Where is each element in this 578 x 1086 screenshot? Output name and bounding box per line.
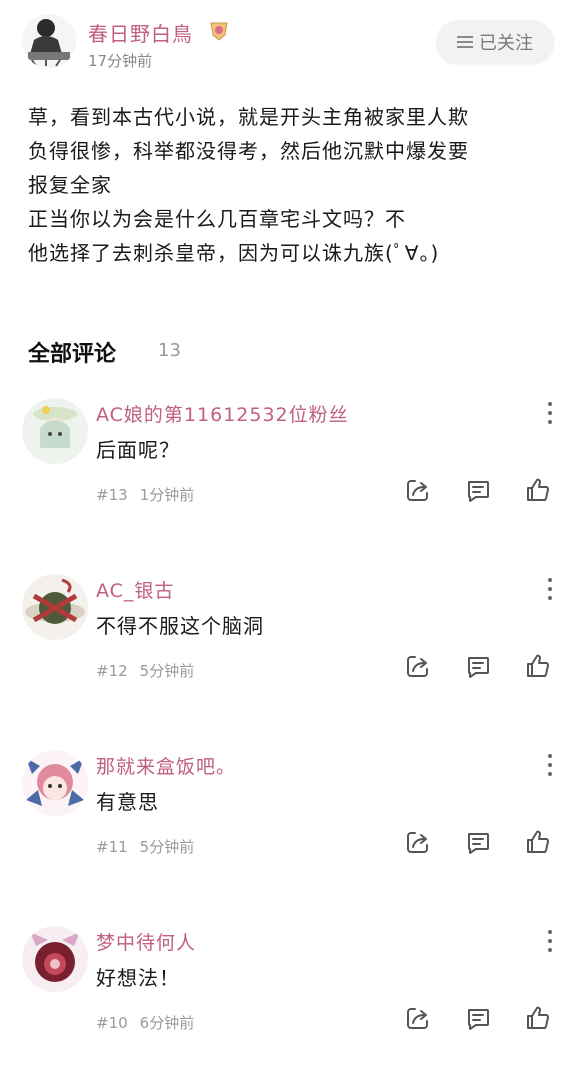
thumbs-up-icon[interactable] [524,1004,552,1032]
comments-count: 13 [158,340,181,361]
comment-text: 不得不服这个脑洞 [96,614,264,638]
comment-icon[interactable] [464,828,492,856]
comment-text: 后面呢？ [96,438,180,462]
share-icon[interactable] [404,652,432,680]
comment-time: 5分钟前 [139,662,195,680]
comment-time: 1分钟前 [139,486,195,504]
post-time: 17分钟前 [88,52,153,70]
comment-icon[interactable] [464,476,492,504]
post-line: 报复全家 [28,173,112,197]
commenter-avatar[interactable] [22,574,88,640]
commenter-name[interactable]: AC_银古 [96,576,174,603]
commenter-name[interactable]: AC娘的第11612532位粉丝 [96,400,349,427]
comment-text: 好想法！ [96,966,180,990]
comments-title: 全部评论 [28,342,117,367]
post-line: 正当你以为会是什么几百章宅斗文吗？不 [28,207,406,231]
more-vertical-icon[interactable] [546,400,554,426]
commenter-name[interactable]: 那就来盒饭吧。 [96,752,236,779]
comment-meta: #10 6分钟前 [96,1012,194,1033]
more-vertical-icon[interactable] [546,576,554,602]
share-icon[interactable] [404,1004,432,1032]
comment-meta: #11 5分钟前 [96,836,194,857]
more-vertical-icon[interactable] [546,928,554,954]
more-vertical-icon[interactable] [546,752,554,778]
comment-floor: #11 [96,838,128,856]
thumbs-up-icon[interactable] [524,476,552,504]
author-avatar[interactable] [22,14,76,68]
comment-icon[interactable] [464,1004,492,1032]
post-header: 春日野白鳥 17分钟前 已关注 [0,0,578,80]
level-badge-icon [208,20,230,42]
comment-meta: #13 1分钟前 [96,484,194,505]
post-line: 他选择了去刺杀皇帝，因为可以诛九族(ﾟ∀。) [28,241,440,265]
menu-lines-icon [457,36,473,48]
commenter-avatar[interactable] [22,926,88,992]
share-icon[interactable] [404,476,432,504]
comment-icon[interactable] [464,652,492,680]
author-name[interactable]: 春日野白鳥 [88,18,193,47]
post-line: 负得很惨，科举都没得考，然后他沉默中爆发要 [28,139,469,163]
thumbs-up-icon[interactable] [524,828,552,856]
comment-text: 有意思 [96,790,159,814]
follow-label: 已关注 [479,33,533,54]
follow-button[interactable]: 已关注 [436,20,554,64]
comment-item: AC娘的第11612532位粉丝 后面呢？ #13 1分钟前 [0,388,578,558]
comment-floor: #12 [96,662,128,680]
comment-floor: #13 [96,486,128,504]
comment-item: AC_银古 不得不服这个脑洞 #12 5分钟前 [0,564,578,734]
post-body: 草，看到本古代小说，就是开头主角被家里人欺 负得很惨，科举都没得考，然后他沉默中… [28,100,558,270]
post-line: 草，看到本古代小说，就是开头主角被家里人欺 [28,105,469,129]
share-icon[interactable] [404,828,432,856]
commenter-name[interactable]: 梦中待何人 [96,928,196,955]
comment-floor: #10 [96,1014,128,1032]
comment-meta: #12 5分钟前 [96,660,194,681]
comment-item: 那就来盒饭吧。 有意思 #11 5分钟前 [0,740,578,910]
comment-item: 梦中待何人 好想法！ #10 6分钟前 [0,916,578,1086]
comment-time: 5分钟前 [139,838,195,856]
commenter-avatar[interactable] [22,398,88,464]
commenter-avatar[interactable] [22,750,88,816]
comment-time: 6分钟前 [139,1014,195,1032]
thumbs-up-icon[interactable] [524,652,552,680]
